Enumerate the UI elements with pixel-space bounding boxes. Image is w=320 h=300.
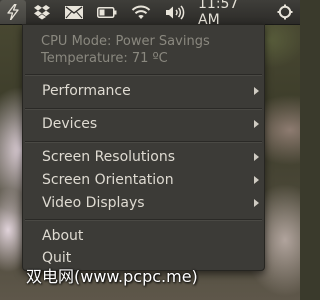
dropbox-indicator[interactable] bbox=[26, 0, 58, 24]
submenu-arrow-icon bbox=[254, 199, 259, 207]
menu-item-screen-orientation[interactable]: Screen Orientation bbox=[23, 169, 264, 191]
submenu-arrow-icon bbox=[254, 120, 259, 128]
battery-indicator[interactable] bbox=[90, 0, 124, 24]
menu-item-label: Video Displays bbox=[42, 195, 145, 211]
menu-separator bbox=[25, 108, 262, 110]
menu-item-label: Screen Resolutions bbox=[42, 149, 176, 165]
clock[interactable]: 11:57 AM bbox=[192, 0, 270, 28]
menu-item-label: Screen Orientation bbox=[42, 172, 174, 188]
wifi-indicator[interactable] bbox=[124, 0, 158, 24]
battery-icon bbox=[97, 6, 117, 18]
top-panel: 11:57 AM bbox=[0, 0, 300, 28]
jupiter-indicator[interactable] bbox=[0, 0, 26, 24]
dropbox-icon bbox=[33, 4, 51, 20]
menu-item-screen-resolutions[interactable]: Screen Resolutions bbox=[23, 146, 264, 168]
volume-icon bbox=[165, 4, 185, 20]
jupiter-dropdown-menu: CPU Mode: Power Savings Temperature: 71 … bbox=[22, 24, 265, 271]
menu-item-about[interactable]: About bbox=[23, 225, 264, 247]
menu-item-performance[interactable]: Performance bbox=[23, 80, 264, 102]
menu-item-video-displays[interactable]: Video Displays bbox=[23, 192, 264, 214]
power-gear-icon bbox=[277, 4, 293, 20]
menu-separator bbox=[25, 219, 262, 221]
submenu-arrow-icon bbox=[254, 176, 259, 184]
submenu-arrow-icon bbox=[254, 153, 259, 161]
menu-separator bbox=[25, 141, 262, 143]
menu-separator bbox=[25, 74, 262, 76]
mail-icon bbox=[65, 5, 83, 19]
wifi-icon bbox=[131, 5, 151, 20]
menu-item-label: About bbox=[42, 228, 84, 244]
menu-item-devices[interactable]: Devices bbox=[23, 113, 264, 135]
watermark: 双电网(www.pcpc.me) bbox=[26, 267, 198, 286]
menu-item-label: Devices bbox=[42, 116, 98, 132]
jupiter-power-icon bbox=[7, 4, 19, 20]
submenu-arrow-icon bbox=[254, 87, 259, 95]
session-indicator[interactable] bbox=[270, 0, 300, 24]
menu-item-label: Performance bbox=[42, 83, 131, 99]
temperature-label: Temperature: 71 ºC bbox=[41, 51, 168, 66]
volume-indicator[interactable] bbox=[158, 0, 192, 24]
mail-indicator[interactable] bbox=[58, 0, 90, 24]
cpu-mode-label: CPU Mode: Power Savings bbox=[41, 34, 210, 49]
